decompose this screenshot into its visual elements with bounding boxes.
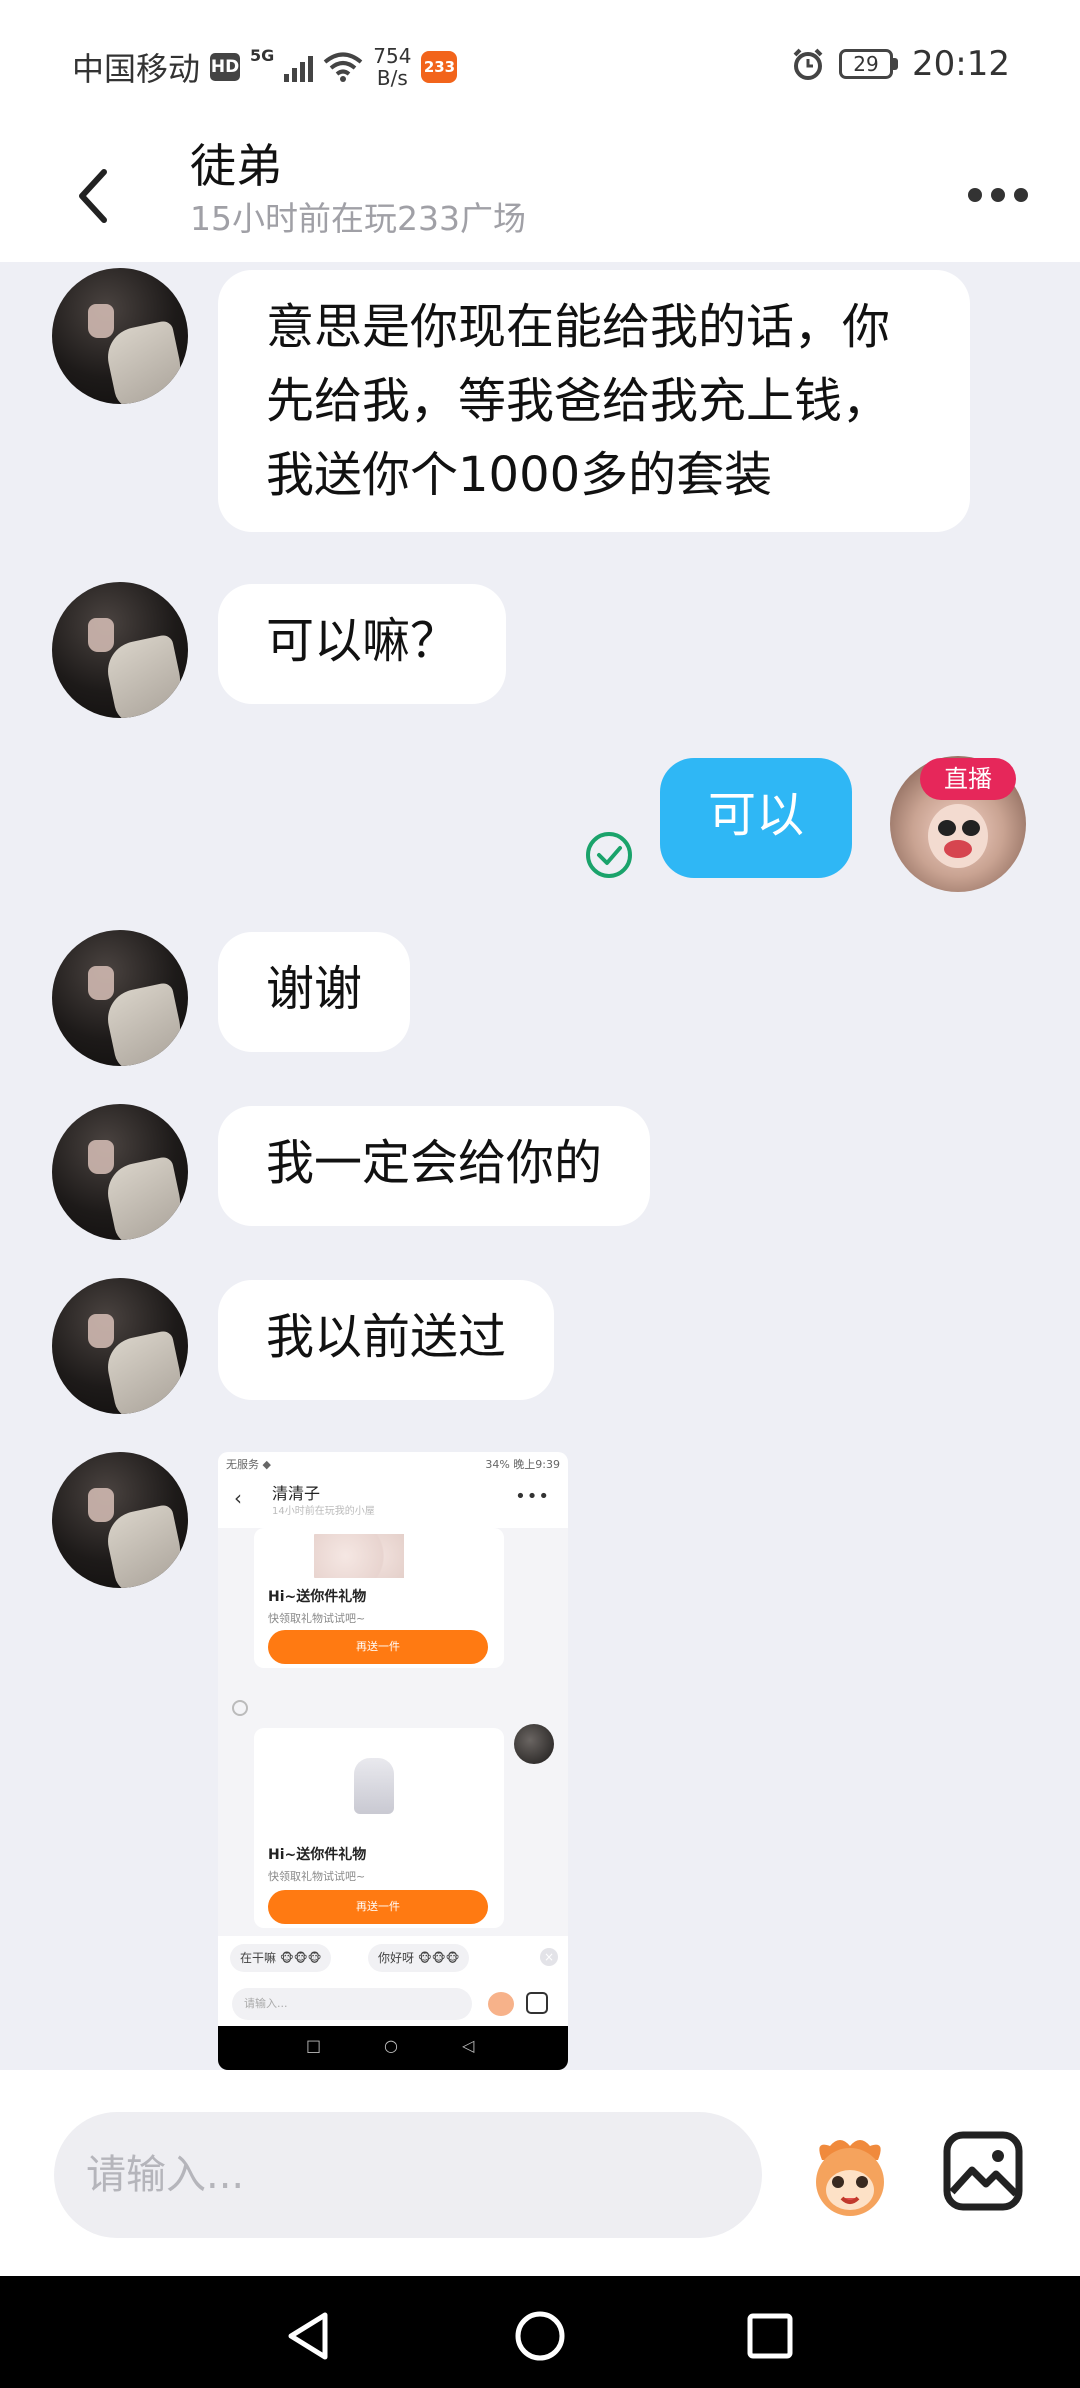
friend-avatar[interactable] — [52, 1104, 188, 1240]
friend-avatar[interactable] — [52, 268, 188, 404]
screenshot-nav-recent-icon: □ — [306, 2036, 322, 2055]
image-message[interactable]: 无服务 ◆ 34% 晚上9:39 ‹ 清清子 14小时前在玩我的小屋 ••• H… — [218, 1452, 568, 2070]
nav-back-icon — [288, 2312, 328, 2360]
friend-avatar[interactable] — [52, 1452, 188, 1588]
message-bubble-received: 意思是你现在能给我的话，你先给我，等我爸给我充上钱，我送你个1000多的套装 — [218, 270, 970, 532]
nav-home-button[interactable] — [510, 2306, 570, 2366]
gift-card: Hi~送你件礼物 快领取礼物试试吧~ 再送一件 — [254, 1528, 504, 1668]
gift-card: Hi~送你件礼物 快领取礼物试试吧~ 再送一件 — [254, 1728, 504, 1928]
screenshot-emoji-icon — [488, 1992, 514, 2016]
app-233-icon: 233 — [421, 51, 458, 83]
screenshot-status-left: 无服务 ◆ — [226, 1458, 271, 1471]
message-bubble-received: 谢谢 — [218, 932, 411, 1052]
carrier-label: 中国移动 — [72, 50, 201, 88]
gift-title: Hi~送你件礼物 — [268, 1847, 367, 1863]
nav-home-icon — [515, 2311, 565, 2361]
screenshot-back-icon: ‹ — [234, 1486, 242, 1510]
clock: 20:12 — [912, 44, 1010, 84]
more-icon — [968, 188, 982, 202]
message-bubble-received: 可以嘛？ — [218, 584, 507, 704]
screenshot-nav-back-icon: ◁ — [462, 2036, 475, 2055]
gift-desc: 快领取礼物试试吧~ — [268, 1870, 366, 1883]
system-nav-bar — [0, 2276, 1080, 2388]
chat-subtitle: 15小时前在玩233广场 — [190, 199, 526, 238]
alarm-icon — [793, 48, 823, 80]
screenshot-input-row: 请输入... — [218, 1980, 568, 2026]
nav-recent-icon — [747, 2313, 793, 2359]
network-type: 5G — [250, 45, 275, 65]
screenshot-status-circle — [232, 1700, 248, 1716]
screenshot-header: ‹ 清清子 14小时前在玩我的小屋 ••• — [218, 1474, 568, 1528]
screenshot-nav-home-icon: ○ — [384, 2036, 398, 2055]
friend-avatar[interactable] — [52, 930, 188, 1066]
emoji-mascot-icon[interactable] — [800, 2126, 900, 2226]
message-input[interactable] — [54, 2112, 762, 2238]
message-bubble-received: 我以前送过 — [218, 1280, 555, 1400]
sent-check-icon — [586, 832, 632, 878]
live-tag: 直播 — [920, 758, 1016, 800]
screenshot-status-bar: 无服务 ◆ 34% 晚上9:39 — [218, 1452, 568, 1474]
screenshot-quick-replies: 在干嘛 🐵🐵🐵 你好呀 🐵🐵🐵 × — [218, 1936, 568, 1980]
gift-button: 再送一件 — [268, 1630, 488, 1664]
screenshot-status-right: 34% 晚上9:39 — [485, 1458, 560, 1471]
screenshot-close-icon: × — [540, 1948, 558, 1966]
status-bar: 中国移动 HD 5G 754 B/s 233 29 20:12 — [0, 0, 1080, 130]
input-bar — [0, 2070, 1080, 2276]
back-button[interactable] — [62, 148, 122, 244]
image-icon[interactable] — [942, 2130, 1024, 2212]
nav-back-button[interactable] — [278, 2306, 338, 2366]
more-button[interactable] — [958, 170, 1038, 220]
battery-level: 29 — [839, 49, 894, 79]
quick-reply-chip: 在干嘛 🐵🐵🐵 — [230, 1944, 332, 1972]
gift-figure-image — [354, 1758, 394, 1814]
friend-avatar[interactable] — [52, 582, 188, 718]
screenshot-nav-bar: □ ○ ◁ — [218, 2026, 568, 2070]
screenshot-subtitle: 14小时前在玩我的小屋 — [272, 1506, 375, 1517]
gift-desc: 快领取礼物试试吧~ — [268, 1612, 366, 1625]
speed-unit: B/s — [376, 66, 408, 90]
message-bubble-received: 我一定会给你的 — [218, 1106, 651, 1226]
screenshot-input: 请输入... — [232, 1988, 472, 2020]
hd-badge: HD — [210, 53, 241, 81]
chat-title: 徒弟 — [190, 139, 282, 193]
quick-reply-chip: 你好呀 🐵🐵🐵 — [368, 1944, 470, 1972]
status-left: 中国移动 HD 5G 754 B/s 233 — [72, 44, 458, 90]
screenshot-more-icon: ••• — [515, 1486, 550, 1507]
message-bubble-sent: 可以 — [660, 758, 853, 878]
gift-image — [314, 1534, 404, 1578]
status-right: 29 20:12 — [791, 44, 1010, 84]
battery-icon: 29 — [839, 49, 899, 79]
friend-avatar[interactable] — [52, 1278, 188, 1414]
gift-title: Hi~送你件礼物 — [268, 1589, 367, 1605]
signal-icon — [284, 52, 314, 82]
gift-button: 再送一件 — [268, 1890, 488, 1924]
screenshot-avatar — [514, 1724, 554, 1764]
speed-value: 754 — [373, 44, 412, 68]
chat-header: 徒弟 15小时前在玩233广场 — [0, 130, 1080, 262]
wifi-icon — [324, 52, 363, 82]
screenshot-image-icon — [526, 1992, 548, 2014]
screenshot-title: 清清子 — [272, 1484, 321, 1503]
nav-recent-button[interactable] — [740, 2306, 800, 2366]
network-speed: 754 B/s — [373, 45, 411, 89]
back-arrow-icon — [79, 169, 107, 223]
